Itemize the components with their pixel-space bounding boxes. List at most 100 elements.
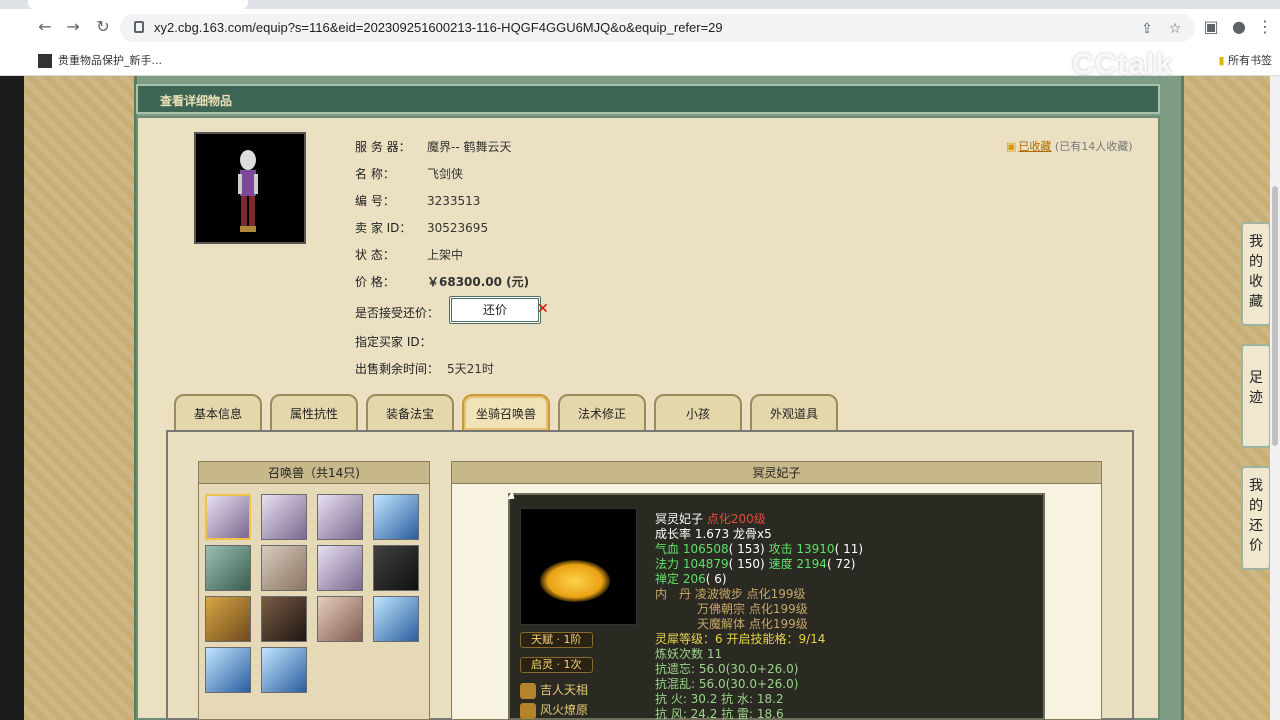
server-label: 服 务 器： <box>355 140 411 154</box>
spd-value: 2194 <box>796 557 827 571</box>
pet-thumb[interactable] <box>205 596 251 642</box>
share-icon[interactable]: ⇪ <box>1138 20 1156 38</box>
tab-attributes[interactable]: 属性抗性 <box>270 394 358 430</box>
pet-thumb[interactable] <box>205 545 251 591</box>
pet-detail-title: 冥灵妃子 <box>452 462 1101 484</box>
offer-button[interactable]: 还价 <box>449 296 541 324</box>
pet-thumb[interactable] <box>317 596 363 642</box>
info-name: 名 称： 飞剑侠 <box>355 165 463 182</box>
resist-line-2: 抗混乱: 56.0(30.0+26.0) <box>655 677 799 691</box>
side-button-label: 我的还价 <box>1249 478 1263 554</box>
favorite-link[interactable]: ▣ 已收藏 (已有14人收藏) <box>1006 138 1133 154</box>
id-value: 3233513 <box>427 194 481 208</box>
mp-label: 法力 <box>655 557 683 571</box>
side-button-history[interactable]: 足迹 <box>1241 344 1271 448</box>
page-scrollbar[interactable] <box>1270 76 1280 720</box>
pet-growth: 成长率 1.673 龙骨x5 <box>655 527 772 541</box>
atk-bonus: ( 11) <box>834 542 864 556</box>
time-value: 5天21时 <box>447 362 494 376</box>
pet-thumb[interactable] <box>205 647 251 693</box>
skill-item[interactable]: 吉人天相 <box>520 681 588 699</box>
pet-stats: 冥灵妃子 点化200级 成长率 1.673 龙骨x5 气血 106508( 15… <box>655 512 863 720</box>
skill-label: 风火燎原 <box>540 703 589 717</box>
forward-icon[interactable]: → <box>62 16 84 38</box>
tab-spell-modifiers[interactable]: 法术修正 <box>558 394 646 430</box>
pet-thumb[interactable] <box>373 494 419 540</box>
bookmark-item[interactable]: 贵重物品保护_新手... <box>38 52 162 68</box>
pet-thumb[interactable] <box>205 494 251 540</box>
zen-label: 禅定 <box>655 572 683 586</box>
address-bar[interactable]: xy2.cbg.163.com/equip?s=116&eid=20230925… <box>120 14 1195 42</box>
pet-thumb[interactable] <box>373 545 419 591</box>
name-label: 名 称： <box>355 167 395 181</box>
id-label: 编 号： <box>355 194 395 208</box>
lianyao-line: 炼妖次数 11 <box>655 647 723 661</box>
atk-value: 13910 <box>796 542 835 556</box>
pet-thumb[interactable] <box>317 545 363 591</box>
inner-line-3: 天魔解体 点化199级 <box>655 617 863 632</box>
pet-name: 冥灵妃子 <box>655 512 704 526</box>
tab-child[interactable]: 小孩 <box>654 394 742 430</box>
skill-item[interactable]: 风火燎原 <box>520 701 588 719</box>
pet-thumb[interactable] <box>317 494 363 540</box>
sidepanel-icon[interactable]: ▣ <box>1200 16 1222 38</box>
status-label: 状 态： <box>355 248 395 262</box>
menu-icon[interactable]: ⋮ <box>1254 16 1276 38</box>
buyer-label: 指定买家 ID： <box>355 335 432 349</box>
side-button-label: 我的收藏 <box>1249 234 1263 310</box>
hp-label: 气血 <box>655 542 683 556</box>
side-button-favorites[interactable]: 我的收藏 <box>1241 222 1271 326</box>
resist-line-1: 抗遗忘: 56.0(30.0+26.0) <box>655 662 799 676</box>
favorite-folder-icon: ▣ <box>1006 140 1017 153</box>
scrollbar-thumb[interactable] <box>1272 186 1278 446</box>
info-time: 出售剩余时间： 5天21时 <box>355 360 494 377</box>
pet-thumb[interactable] <box>261 545 307 591</box>
hp-atk-line: 气血 106508( 153) 攻击 13910( 11) <box>655 542 863 557</box>
all-bookmarks[interactable]: ▮ 所有书签 <box>1218 52 1272 68</box>
info-id: 编 号： 3233513 <box>355 192 480 209</box>
tab-equipment[interactable]: 装备法宝 <box>366 394 454 430</box>
side-button-my-offers[interactable]: 我的还价 <box>1241 466 1271 570</box>
atk-label: 攻击 <box>768 542 797 556</box>
name-value: 飞剑侠 <box>427 167 464 181</box>
url-text[interactable]: xy2.cbg.163.com/equip?s=116&eid=20230925… <box>154 20 723 35</box>
seller-value: 30523695 <box>427 221 489 235</box>
section-header: 查看详细物品 <box>136 84 1160 114</box>
active-tab[interactable] <box>28 0 248 9</box>
zen-line: 禅定 206( 6) <box>655 572 863 587</box>
skill-icon <box>520 682 536 699</box>
resist-line-4: 抗 风: 24.2 抗 雷: 18.6 <box>655 707 784 720</box>
pet-thumb[interactable] <box>261 494 307 540</box>
favicon-icon <box>38 54 52 68</box>
bookmark-star-icon[interactable]: ☆ <box>1166 20 1184 38</box>
pet-thumb[interactable] <box>373 596 419 642</box>
info-status: 状 态： 上架中 <box>355 246 463 263</box>
skill-icon <box>520 702 536 719</box>
tab-basic-info[interactable]: 基本信息 <box>174 394 262 430</box>
seller-label: 卖 家 ID： <box>355 221 412 235</box>
hp-bonus: ( 153) <box>728 542 765 556</box>
zen-value: 206 <box>682 572 706 586</box>
reload-icon[interactable]: ↻ <box>92 16 114 38</box>
status-value: 上架中 <box>427 248 464 262</box>
price-value: ￥68300.00 (元) <box>427 275 530 289</box>
browser-toolbar: ← → ↻ xy2.cbg.163.com/equip?s=116&eid=20… <box>0 10 1280 46</box>
tab-appearance[interactable]: 外观道具 <box>750 394 838 430</box>
info-buyer: 指定买家 ID： <box>355 333 447 350</box>
profile-icon[interactable]: ● <box>1228 16 1250 38</box>
hp-value: 106508 <box>682 542 729 556</box>
tab-strip <box>0 0 1280 9</box>
info-price: 价 格： ￥68300.00 (元) <box>355 273 529 290</box>
all-bookmarks-label: 所有书签 <box>1228 54 1272 67</box>
inner-skill-3: 天魔解体 点化199级 <box>697 617 808 631</box>
time-label: 出售剩余时间： <box>355 362 440 376</box>
resist-line-3: 抗 火: 30.2 抗 水: 18.2 <box>655 692 784 706</box>
spd-label: 速度 <box>768 557 797 571</box>
back-icon[interactable]: ← <box>34 16 56 38</box>
spd-bonus: ( 72) <box>826 557 856 571</box>
info-offer: 是否接受还价： <box>355 304 447 321</box>
pet-thumb[interactable] <box>261 647 307 693</box>
favorite-label[interactable]: 已收藏 <box>1018 140 1051 153</box>
pet-thumb[interactable] <box>261 596 307 642</box>
tab-mounts-pets[interactable]: 坐骑召唤兽 <box>462 394 550 430</box>
